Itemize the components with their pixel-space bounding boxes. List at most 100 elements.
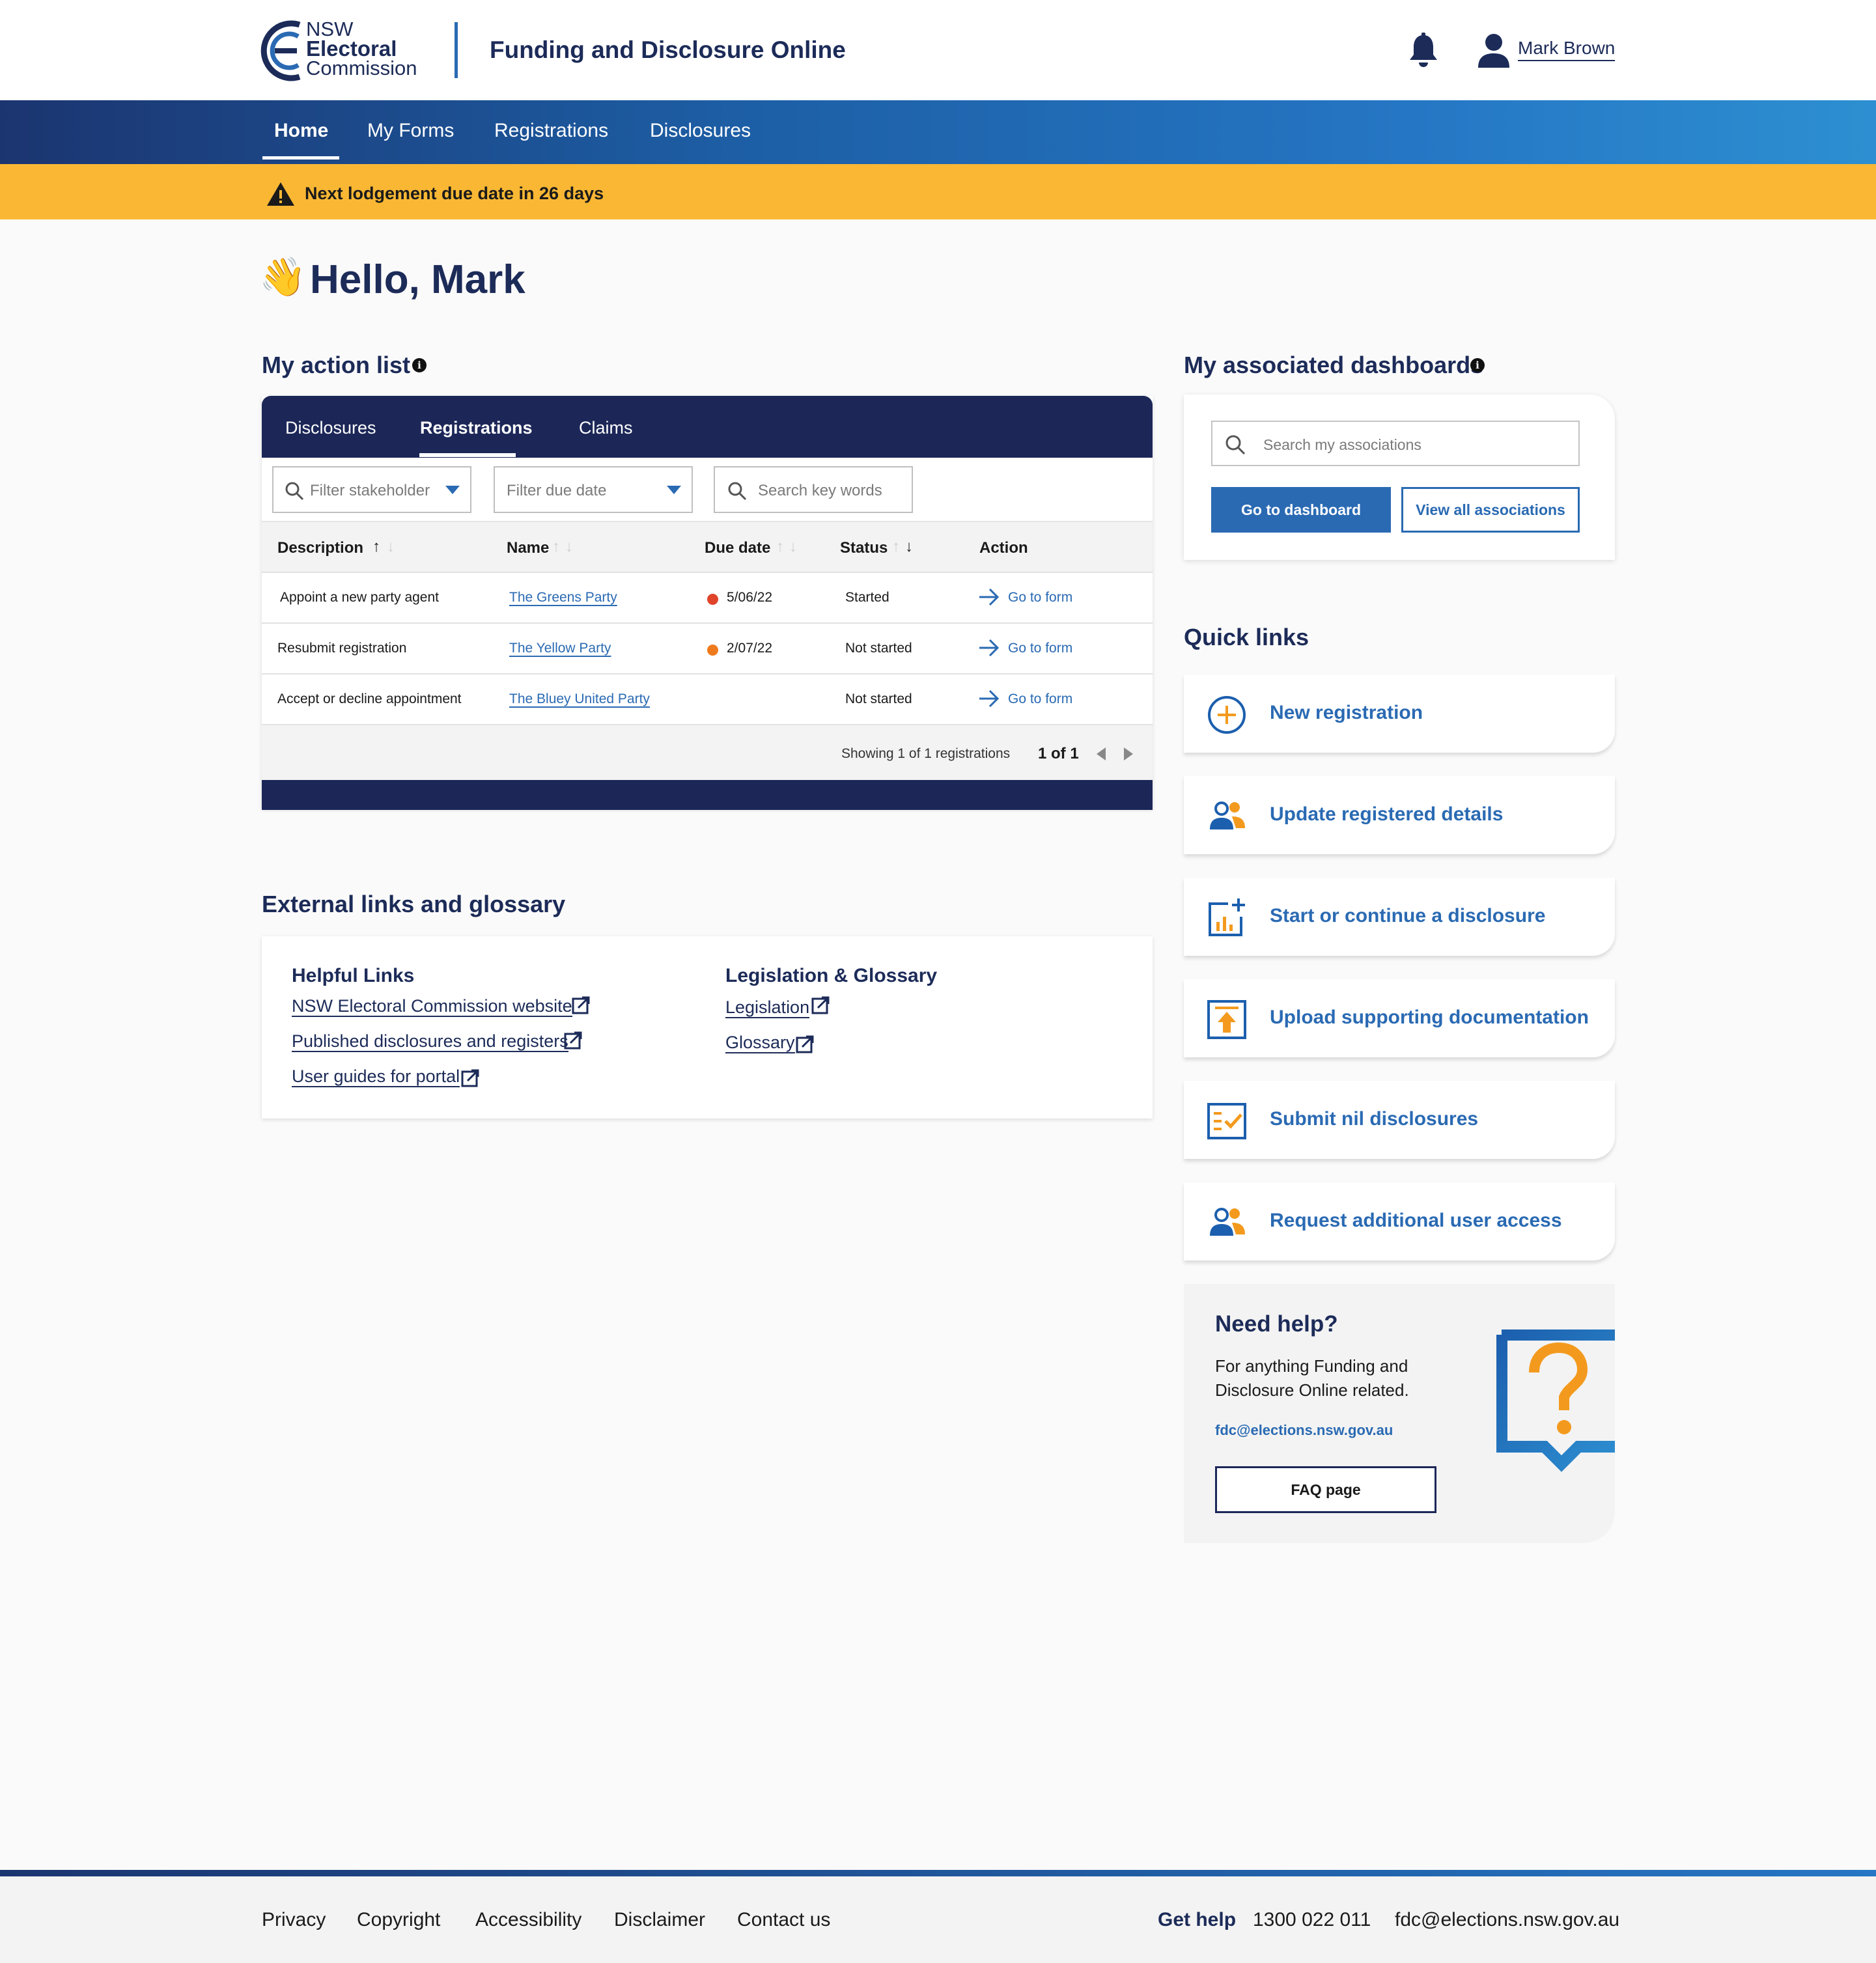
footer-copyright-link[interactable]: Copyright bbox=[357, 1909, 440, 1931]
search-key-words-input[interactable]: Search key words bbox=[714, 466, 913, 513]
main-nav: Home My Forms Registrations Disclosures bbox=[0, 100, 1876, 164]
sort-descending-icon[interactable]: ↓ bbox=[789, 538, 797, 556]
quick-link-disclosure[interactable]: Start or continue a disclosure bbox=[1184, 878, 1615, 956]
question-speech-bubble-icon bbox=[1496, 1330, 1615, 1472]
quick-link-nil-disclosures[interactable]: Submit nil disclosures bbox=[1184, 1081, 1615, 1159]
go-to-form-link[interactable]: Go to form bbox=[1008, 590, 1072, 606]
chart-add-icon bbox=[1209, 898, 1245, 936]
glossary-link[interactable]: Glossary bbox=[725, 1033, 795, 1053]
sort-ascending-icon[interactable]: ↑ bbox=[776, 538, 784, 556]
row-due-date: 2/07/22 bbox=[727, 641, 773, 656]
footer-accessibility-link[interactable]: Accessibility bbox=[475, 1909, 581, 1931]
quick-link-new-registration[interactable]: New registration bbox=[1184, 675, 1615, 753]
row-party-link[interactable]: The Greens Party bbox=[509, 590, 617, 606]
footer-accent-bar bbox=[0, 1870, 1876, 1876]
search-icon bbox=[1225, 435, 1246, 455]
help-email-link[interactable]: fdc@elections.nsw.gov.au bbox=[1215, 1422, 1393, 1439]
row-party-link[interactable]: The Bluey United Party bbox=[509, 691, 650, 707]
table-row: Resubmit registration The Yellow Party 2… bbox=[262, 622, 1153, 673]
arrow-right-icon[interactable] bbox=[978, 638, 1000, 658]
quick-links-title: Quick links bbox=[1184, 624, 1309, 650]
user-name-link[interactable]: Mark Brown bbox=[1518, 38, 1616, 61]
search-icon bbox=[285, 482, 304, 501]
action-list-card: Disclosures Registrations Claims Filter … bbox=[262, 396, 1153, 810]
associated-dashboards-title: My associated dashboards bbox=[1184, 352, 1484, 378]
dashboards-info-icon[interactable]: i bbox=[1470, 358, 1485, 372]
tab-disclosures[interactable]: Disclosures bbox=[285, 418, 376, 438]
need-help-card: Need help? For anything Funding and Disc… bbox=[1184, 1284, 1615, 1543]
column-description[interactable]: Description bbox=[277, 539, 363, 557]
nav-my-forms[interactable]: My Forms bbox=[367, 120, 454, 142]
external-link-icon[interactable] bbox=[572, 996, 590, 1014]
notification-bell-icon[interactable] bbox=[1407, 33, 1440, 69]
filter-stakeholder-label: Filter stakeholder bbox=[310, 482, 430, 499]
tab-registrations[interactable]: Registrations bbox=[420, 418, 533, 438]
quick-link-update-details[interactable]: Update registered details bbox=[1184, 776, 1615, 854]
pagination-summary: Showing 1 of 1 registrations bbox=[841, 746, 1011, 761]
nav-registrations[interactable]: Registrations bbox=[494, 120, 608, 142]
row-status: Not started bbox=[845, 691, 912, 706]
search-associations-placeholder: Search my associations bbox=[1263, 436, 1421, 453]
sort-descending-icon[interactable]: ↓ bbox=[905, 538, 913, 556]
view-all-associations-button[interactable]: View all associations bbox=[1401, 487, 1580, 533]
nswec-website-link[interactable]: NSW Electoral Commission website bbox=[292, 996, 572, 1017]
checklist-icon bbox=[1207, 1103, 1246, 1139]
logo-line-3: Commission bbox=[306, 57, 417, 79]
warning-icon bbox=[267, 182, 294, 206]
row-party-link[interactable]: The Yellow Party bbox=[509, 641, 611, 656]
footer-phone-link[interactable]: 1300 022 011 bbox=[1253, 1909, 1371, 1931]
plus-circle-icon bbox=[1208, 696, 1246, 734]
published-disclosures-link[interactable]: Published disclosures and registers bbox=[292, 1031, 568, 1052]
arrow-right-icon[interactable] bbox=[978, 689, 1000, 708]
nav-active-indicator bbox=[262, 156, 339, 160]
users-icon bbox=[1210, 801, 1245, 829]
column-name[interactable]: Name bbox=[507, 539, 549, 557]
column-status[interactable]: Status bbox=[840, 539, 888, 557]
chevron-down-icon bbox=[667, 486, 681, 494]
filter-stakeholder-dropdown[interactable]: Filter stakeholder bbox=[272, 466, 471, 513]
footer-get-help-label: Get help bbox=[1158, 1909, 1237, 1930]
sort-ascending-icon[interactable]: ↑ bbox=[372, 538, 380, 556]
search-associations-input[interactable]: Search my associations bbox=[1211, 421, 1580, 466]
sort-ascending-icon[interactable]: ↑ bbox=[892, 538, 900, 556]
nav-disclosures[interactable]: Disclosures bbox=[650, 120, 751, 142]
go-to-dashboard-button[interactable]: Go to dashboard bbox=[1211, 487, 1391, 533]
external-link-icon[interactable] bbox=[811, 996, 830, 1014]
row-due-date: 5/06/22 bbox=[727, 590, 773, 605]
table-row: Appoint a new party agent The Greens Par… bbox=[262, 572, 1153, 622]
legislation-link[interactable]: Legislation bbox=[725, 997, 810, 1018]
sort-ascending-icon[interactable]: ↑ bbox=[552, 538, 560, 556]
tab-active-indicator bbox=[419, 453, 516, 457]
go-to-form-link[interactable]: Go to form bbox=[1008, 641, 1072, 656]
nav-home[interactable]: Home bbox=[274, 120, 328, 142]
upload-icon bbox=[1207, 1000, 1246, 1039]
table-pagination: Showing 1 of 1 registrations 1 of 1 bbox=[262, 724, 1153, 780]
sort-descending-icon[interactable]: ↓ bbox=[387, 538, 395, 556]
footer-email-link[interactable]: fdc@elections.nsw.gov.au bbox=[1395, 1909, 1619, 1931]
user-icon[interactable] bbox=[1477, 33, 1511, 69]
column-due-date[interactable]: Due date bbox=[705, 539, 770, 557]
filter-due-date-dropdown[interactable]: Filter due date bbox=[494, 466, 693, 513]
action-list-info-icon[interactable]: i bbox=[412, 358, 427, 372]
page-indicator: 1 of 1 bbox=[1038, 745, 1079, 762]
footer-disclaimer-link[interactable]: Disclaimer bbox=[614, 1909, 705, 1931]
table-row: Accept or decline appointment The Bluey … bbox=[262, 673, 1153, 724]
user-guides-link[interactable]: User guides for portal bbox=[292, 1066, 460, 1087]
external-link-icon[interactable] bbox=[564, 1031, 582, 1050]
chevron-down-icon bbox=[445, 486, 460, 494]
external-link-icon[interactable] bbox=[796, 1035, 814, 1053]
action-list-tabs: Disclosures Registrations Claims bbox=[262, 396, 1153, 458]
arrow-right-icon[interactable] bbox=[978, 587, 1000, 607]
quick-link-upload[interactable]: Upload supporting documentation bbox=[1184, 979, 1615, 1057]
previous-page-icon[interactable] bbox=[1097, 747, 1106, 760]
footer-contact-link[interactable]: Contact us bbox=[737, 1909, 830, 1931]
faq-page-button[interactable]: FAQ page bbox=[1215, 1466, 1436, 1513]
external-link-icon[interactable] bbox=[461, 1069, 479, 1087]
table-header: Description ↑ ↓ Name ↑ ↓ Due date ↑ ↓ St… bbox=[262, 521, 1153, 572]
footer-privacy-link[interactable]: Privacy bbox=[262, 1909, 326, 1931]
sort-descending-icon[interactable]: ↓ bbox=[565, 538, 573, 556]
next-page-icon[interactable] bbox=[1124, 747, 1133, 760]
tab-claims[interactable]: Claims bbox=[579, 418, 633, 438]
go-to-form-link[interactable]: Go to form bbox=[1008, 691, 1072, 707]
quick-link-request-access[interactable]: Request additional user access bbox=[1184, 1182, 1615, 1260]
